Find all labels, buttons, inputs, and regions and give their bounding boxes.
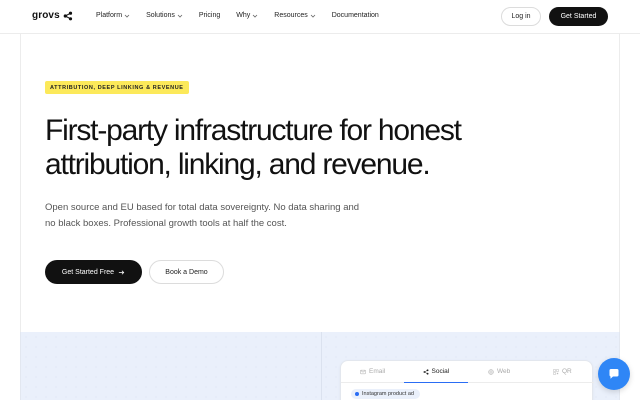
hero-subtext: Open source and EU based for total data … (45, 200, 375, 232)
hero-badge: ATTRIBUTION, DEEP LINKING & REVENUE (45, 81, 189, 94)
chevron-down-icon (310, 14, 316, 18)
section-divider (321, 332, 322, 400)
chevron-down-icon (252, 14, 258, 18)
site-header: grovs Platform Solutions Pricing Why Res… (0, 0, 640, 34)
nav-label: Documentation (331, 12, 379, 19)
nav-pricing[interactable]: Pricing (199, 12, 220, 19)
get-started-button[interactable]: Get Started (549, 7, 608, 26)
tab-label: Email (368, 368, 386, 375)
qr-icon (553, 368, 559, 375)
book-demo-button[interactable]: Book a Demo (149, 260, 224, 284)
chevron-down-icon (124, 14, 130, 18)
get-started-free-button[interactable]: Get Started Free (45, 260, 142, 284)
tab-qr[interactable]: QR (531, 361, 594, 382)
logo-share-icon (63, 11, 72, 20)
arrow-right-icon (118, 269, 125, 275)
chevron-down-icon (177, 14, 183, 18)
nav-solutions[interactable]: Solutions (146, 12, 183, 19)
tab-social[interactable]: Social (404, 361, 468, 383)
hero-headline: First-party infrastructure for honest at… (45, 114, 525, 182)
nav-documentation[interactable]: Documentation (332, 12, 379, 19)
nav-label: Pricing (198, 12, 221, 19)
chat-launcher-button[interactable] (598, 358, 630, 390)
chip-dot-icon (355, 392, 359, 396)
nav-why[interactable]: Why (236, 12, 258, 19)
channel-tabs: Email Social Web QR (341, 361, 594, 383)
login-button[interactable]: Log in (501, 7, 541, 26)
link-demo-card: Email Social Web QR Instagram product ad (340, 360, 594, 400)
nav-label: Platform (96, 12, 123, 19)
main-nav: Platform Solutions Pricing Why Resources… (96, 12, 395, 19)
tab-label: QR (562, 368, 572, 375)
tab-label: Web (497, 368, 511, 375)
subtext-line-2: no black boxes. Professional growth tool… (45, 218, 287, 229)
tab-email[interactable]: Email (341, 361, 404, 382)
logo[interactable]: grovs (32, 10, 73, 21)
cta-primary-label: Get Started Free (61, 268, 115, 276)
nav-platform[interactable]: Platform (96, 12, 130, 19)
campaign-chip[interactable]: Instagram product ad (351, 389, 420, 399)
subtext-line-1: Open source and EU based for total data … (45, 202, 360, 213)
globe-icon (488, 368, 494, 375)
headline-line-1: First-party infrastructure for honest (45, 114, 462, 147)
mail-icon (360, 369, 366, 374)
share-icon (423, 368, 429, 375)
tab-web[interactable]: Web (468, 361, 531, 382)
nav-label: Solutions (146, 12, 175, 19)
demo-section: Email Social Web QR Instagram product ad (20, 332, 620, 400)
chat-bubble-icon (609, 369, 619, 379)
hero-section: ATTRIBUTION, DEEP LINKING & REVENUE Firs… (20, 34, 620, 332)
nav-resources[interactable]: Resources (274, 12, 316, 19)
nav-label: Resources (274, 12, 308, 19)
chip-label: Instagram product ad (362, 391, 414, 397)
tab-label: Social (431, 368, 450, 375)
nav-label: Why (236, 12, 251, 19)
headline-line-2: attribution, linking, and revenue. (45, 148, 431, 181)
logo-text: grovs (32, 10, 60, 21)
